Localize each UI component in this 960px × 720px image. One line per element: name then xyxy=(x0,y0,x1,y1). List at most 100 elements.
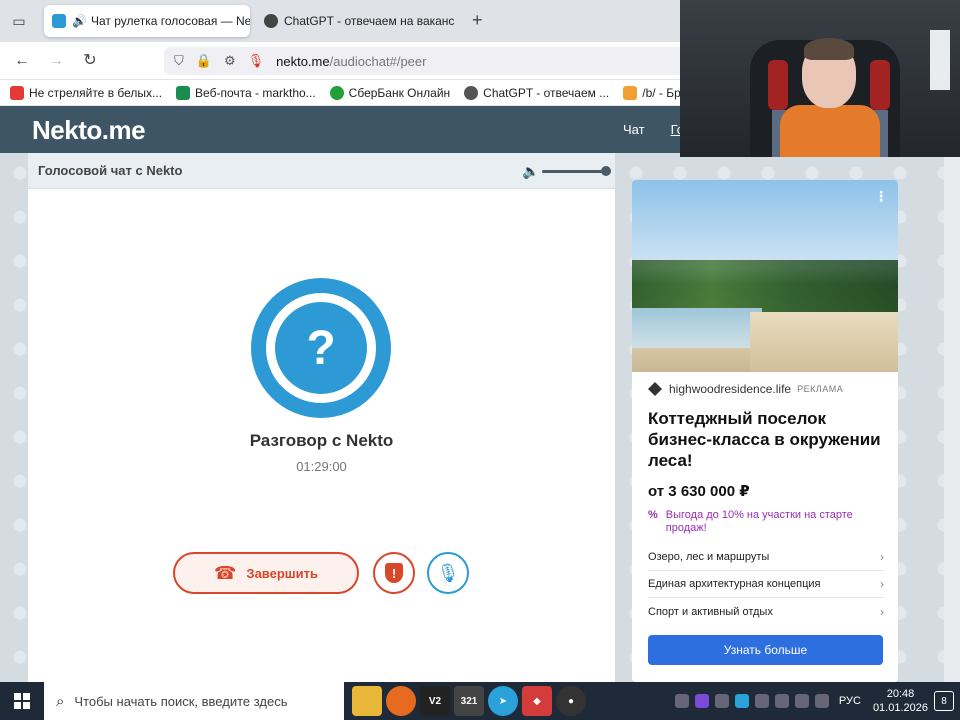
tray-telegram-icon[interactable] xyxy=(734,694,749,708)
language-indicator[interactable]: РУС xyxy=(839,695,861,707)
firefox-icon[interactable] xyxy=(386,686,416,716)
lightning-icon xyxy=(623,85,638,100)
volume-slider[interactable] xyxy=(542,170,606,173)
tab-list-icon[interactable]: ▭ xyxy=(8,10,30,32)
advertisement[interactable]: ⋮ highwoodresidence.life РЕКЛАМА Коттедж… xyxy=(632,180,898,682)
ad-image[interactable]: ⋮ xyxy=(632,180,898,372)
ad-label: РЕКЛАМА xyxy=(797,384,844,394)
telegram-icon[interactable]: ➤ xyxy=(488,686,518,716)
report-button[interactable]: ! xyxy=(373,552,415,594)
system-tray: РУС 20:48 01.01.2026 8 xyxy=(674,687,960,715)
tray-app-icon[interactable] xyxy=(674,694,689,708)
search-icon: ⌕ xyxy=(56,692,65,710)
bookmark-item[interactable]: Веб-почта - marktho... xyxy=(176,85,316,100)
webcam-person-hair xyxy=(804,38,854,60)
microphone-icon: 🎙 xyxy=(436,562,460,583)
back-icon[interactable]: ← xyxy=(12,51,32,71)
ad-image-water xyxy=(632,308,762,348)
advertiser-logo-icon xyxy=(648,382,662,396)
webcam-chair-accent xyxy=(768,60,788,110)
site-nav: Чат Го xyxy=(623,122,684,137)
ad-title[interactable]: Коттеджный поселок бизнес-класса в окруж… xyxy=(648,408,888,471)
microphone-button[interactable]: 🎙 xyxy=(427,552,469,594)
ad-promo-text: Выгода до 10% на участки на старте прода… xyxy=(665,509,853,534)
ad-image-beach xyxy=(750,312,898,372)
avatar-ring: ? xyxy=(266,293,376,403)
url-path: /audiochat#/peer xyxy=(329,53,427,69)
bookmark-item[interactable]: СберБанк Онлайн xyxy=(329,85,450,100)
tray-microphone-icon[interactable] xyxy=(774,694,789,708)
start-button[interactable] xyxy=(0,682,44,720)
address-bar[interactable]: ⛉ 🔒 ⚙ 🎙 nekto.me /audiochat#/peer xyxy=(164,47,684,75)
tray-app-icon[interactable] xyxy=(754,694,769,708)
url-host: nekto.me xyxy=(276,53,330,69)
lock-icon[interactable]: 🔒 xyxy=(196,53,212,69)
obs-icon[interactable]: ● xyxy=(556,686,586,716)
ad-link-item[interactable]: Озеро, лес и маршруты › xyxy=(648,544,884,571)
tab-chatgpt[interactable]: ChatGPT - отвечаем на ваканс ✕ xyxy=(256,5,456,37)
ad-cta-button[interactable]: Узнать больше xyxy=(648,635,883,665)
new-tab-icon[interactable]: + xyxy=(472,10,483,31)
chatgpt-favicon-icon xyxy=(264,14,278,28)
ad-links: Озеро, лес и маршруты › Единая архитектур… xyxy=(648,544,884,625)
clock-date: 01.01.2026 xyxy=(872,702,928,714)
anydesk-icon[interactable]: ◆ xyxy=(522,686,552,716)
system-clock[interactable]: 20:48 01.01.2026 xyxy=(873,687,928,715)
chevron-right-icon: › xyxy=(880,550,884,564)
chevron-right-icon: › xyxy=(880,577,884,591)
close-tab-icon[interactable]: ✕ xyxy=(454,15,456,28)
percent-icon: % xyxy=(648,509,658,521)
webcam-background-lamp xyxy=(930,30,950,90)
youtube-icon xyxy=(10,85,24,100)
unknown-user-icon: ? xyxy=(281,308,361,388)
webcam-person-body xyxy=(780,105,880,157)
end-call-button[interactable]: ☎ Завершить xyxy=(173,552,359,594)
tab-title: ChatGPT - отвечаем на ваканс xyxy=(284,14,455,28)
tray-network-icon[interactable] xyxy=(794,694,809,708)
chevron-right-icon: › xyxy=(880,604,884,619)
tab-title: Чат рулетка голосовая — Ne xyxy=(90,14,250,28)
volume-icon[interactable]: 🔈 xyxy=(522,163,539,180)
forward-icon[interactable]: → xyxy=(46,51,66,71)
mail-icon xyxy=(176,85,191,100)
reload-icon[interactable]: ↻ xyxy=(80,51,100,71)
notifications-icon[interactable]: 8 xyxy=(934,691,954,711)
ad-menu-icon[interactable]: ⋮ xyxy=(874,188,888,205)
speaker-icon: 🔊 xyxy=(72,14,87,28)
bookmark-item[interactable]: Не стреляйте в белых... xyxy=(10,85,162,100)
site-logo[interactable]: Nekto.me xyxy=(32,115,146,146)
ad-link-item[interactable]: Единая архитектурная концепция › xyxy=(648,571,884,598)
volume-slider-handle[interactable] xyxy=(601,166,611,176)
bookmark-item[interactable]: ChatGPT - отвечаем ... xyxy=(464,85,609,100)
tray-app-icon[interactable] xyxy=(714,694,729,708)
taskbar-search[interactable]: ⌕ Чтобы начать поиск, введите здесь xyxy=(44,682,344,720)
v2-app-icon[interactable]: V2 xyxy=(420,686,450,716)
peer-title: Разговор с Nekto xyxy=(249,431,394,450)
clock-time: 20:48 xyxy=(886,688,915,700)
tab-nekto[interactable]: 🔊 Чат рулетка голосовая — Ne ✕ xyxy=(44,5,250,37)
tray-app-icon[interactable] xyxy=(694,694,709,708)
ad-source[interactable]: highwoodresidence.life РЕКЛАМА xyxy=(648,382,843,396)
nekto-favicon-icon xyxy=(52,14,66,28)
calendar-app-icon[interactable]: 321 xyxy=(454,686,484,716)
ad-source-domain: highwoodresidence.life xyxy=(669,382,792,396)
page-scrollbar[interactable] xyxy=(944,153,960,682)
ad-link-item[interactable]: Спорт и активный отдых › xyxy=(648,598,884,625)
ad-promo: % Выгода до 10% на участки на старте про… xyxy=(648,509,888,535)
file-explorer-icon[interactable] xyxy=(352,686,382,716)
tray-volume-icon[interactable] xyxy=(814,694,829,708)
nav-chat[interactable]: Чат xyxy=(623,122,645,137)
ad-price: от 3 630 000 ₽ xyxy=(648,483,750,500)
report-shield-icon: ! xyxy=(385,563,403,583)
taskbar-search-placeholder: Чтобы начать поиск, введите здесь xyxy=(74,693,288,709)
windows-taskbar: ⌕ Чтобы начать поиск, введите здесь V2 3… xyxy=(0,682,960,720)
webcam-overlay xyxy=(680,0,960,157)
microphone-indicator-icon[interactable]: 🎙 xyxy=(248,53,265,69)
peer-avatar: ? xyxy=(251,278,391,418)
windows-logo-icon xyxy=(14,693,30,709)
chat-header-title: Голосовой чат с Nekto xyxy=(38,163,183,178)
taskbar-apps: V2 321 ➤ ◆ ● xyxy=(352,686,586,716)
webcam-chair-accent xyxy=(870,60,890,110)
permissions-icon[interactable]: ⚙ xyxy=(224,53,236,69)
shield-icon[interactable]: ⛉ xyxy=(174,53,184,69)
